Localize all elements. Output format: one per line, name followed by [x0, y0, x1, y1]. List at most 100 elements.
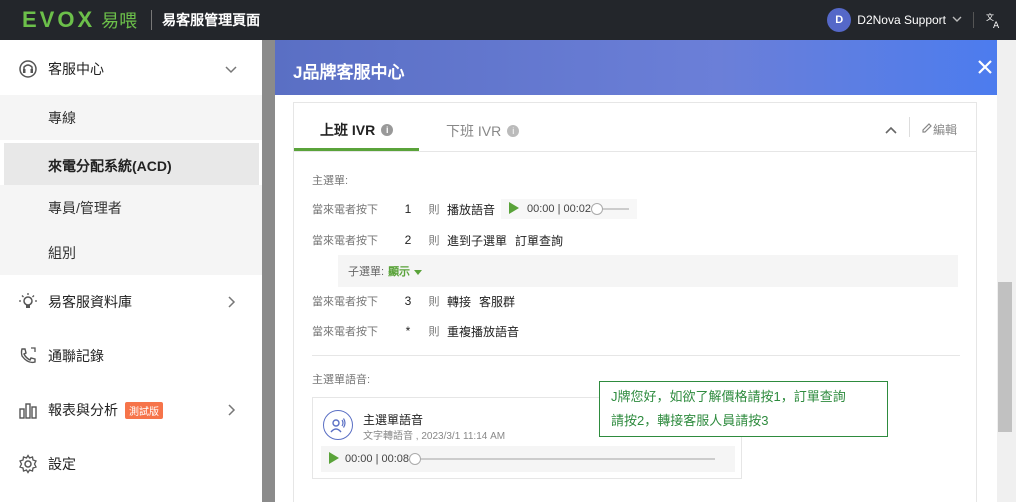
main-menu-label: 主選單: — [312, 175, 349, 187]
section-divider — [312, 355, 960, 356]
audio-time: 00:00 | 00:02 — [527, 203, 592, 215]
sidebar-subitem-groups[interactable]: 組別 — [0, 230, 262, 275]
ivr-row: 當來電者按下 1 則 播放語音 00:00 | 00:02 — [312, 199, 638, 219]
tooltip-line: 請按2，轉接客服人員請按3 — [611, 413, 769, 428]
scrollbar-thumb[interactable] — [998, 282, 1012, 432]
sidebar-item-label: 設定 — [48, 456, 76, 472]
user-menu[interactable]: D D2Nova Support — [827, 8, 962, 32]
sidebar-subitem-label: 來電分配系統(ACD) — [48, 157, 172, 174]
ivr-row: 當來電者按下 3 則 轉接 客服群 — [312, 291, 515, 311]
tab-label: 下班 IVR — [446, 123, 502, 139]
tab-label: 上班 IVR — [320, 121, 376, 138]
svg-text:A: A — [993, 21, 1000, 29]
top-bar: EVOX 易喂 易客服管理頁面 D D2Nova Support 文 A — [0, 0, 1016, 40]
voice-icon — [323, 410, 353, 440]
audio-time: 00:00 | 00:08 — [345, 453, 410, 465]
chevron-right-icon — [224, 295, 238, 309]
row-target: 客服群 — [479, 294, 516, 309]
phone-icon — [18, 346, 38, 366]
topbar-divider — [973, 12, 974, 28]
audio-seek-handle[interactable] — [591, 203, 604, 215]
sidebar-subitem-label: 專員/管理者 — [48, 199, 122, 216]
row-prefix: 當來電者按下 — [312, 296, 378, 308]
submenu-toggle-label: 顯示 — [388, 266, 411, 278]
row-action: 播放語音 — [447, 202, 496, 217]
row-prefix: 當來電者按下 — [312, 326, 378, 338]
info-icon[interactable]: i — [507, 125, 520, 137]
beta-badge: 測試版 — [125, 401, 163, 419]
row-target: 訂單查詢 — [515, 233, 564, 248]
ivr-row: 當來電者按下 2 則 進到子選單 訂單查詢 — [312, 230, 563, 250]
sidebar-item-settings[interactable]: 設定 — [0, 440, 262, 488]
scrollbar-track[interactable] — [997, 40, 1016, 502]
row-then: 則 — [428, 235, 440, 247]
sidebar-item-service-center[interactable]: 客服中心 — [0, 45, 262, 93]
row-key: 1 — [404, 202, 412, 216]
sidebar-subitem-label: 組別 — [48, 244, 76, 261]
row-prefix: 當來電者按下 — [312, 235, 378, 247]
audio-progress[interactable] — [591, 203, 630, 215]
row-prefix: 當來電者按下 — [312, 204, 378, 216]
tools-divider — [909, 117, 910, 137]
tab-day-ivr[interactable]: 上班 IVR i — [294, 111, 420, 151]
bulb-icon — [18, 292, 38, 312]
sidebar-item-label: 通聯記錄 — [48, 348, 104, 364]
sidebar-subitem-label: 專線 — [48, 109, 76, 126]
voice-title: 主選單語音 — [363, 413, 424, 427]
logo-latin: EVOX — [22, 7, 96, 32]
modal-title: J品牌客服中心 — [293, 63, 405, 82]
modal-header: J品牌客服中心 — [275, 40, 1016, 95]
translate-icon[interactable]: 文 A — [984, 10, 1004, 30]
modal-backdrop[interactable] — [262, 40, 275, 502]
row-then: 則 — [428, 326, 440, 338]
submenu-show-toggle[interactable]: 顯示 — [388, 263, 423, 279]
row-key: 3 — [404, 294, 412, 308]
row-key: 2 — [404, 233, 412, 247]
tooltip-line: J牌您好，如欲了解價格請按1，訂單查詢 — [611, 389, 846, 404]
play-icon[interactable] — [509, 201, 520, 217]
submenu-label: 子選單: — [348, 266, 385, 278]
sidebar-item-label: 易客服資料庫 — [48, 294, 132, 310]
chevron-down-icon — [224, 62, 238, 76]
chevron-up-icon[interactable] — [884, 123, 898, 137]
audio-player: 00:00 | 00:02 — [501, 199, 638, 219]
sidebar-subitem-acd[interactable]: 來電分配系統(ACD) — [4, 143, 259, 188]
info-icon[interactable]: i — [381, 123, 394, 136]
audio-progress[interactable] — [409, 453, 716, 465]
submenu-toggle-row: 子選單: 顯示 — [338, 255, 958, 287]
avatar: D — [827, 8, 852, 32]
bar-chart-icon — [18, 400, 38, 420]
row-action: 重複播放語音 — [447, 324, 520, 339]
close-icon[interactable] — [976, 58, 994, 76]
row-action: 轉接 — [447, 294, 472, 309]
ivr-row: 當來電者按下 * 則 重複播放語音 — [312, 321, 519, 341]
edit-button[interactable]: 編輯 — [921, 121, 957, 138]
row-action: 進到子選單 — [447, 233, 508, 248]
row-key: * — [405, 324, 411, 338]
row-then: 則 — [428, 296, 440, 308]
logo-cjk: 易喂 — [101, 11, 138, 31]
play-icon[interactable] — [329, 451, 339, 467]
sidebar-item-label: 報表與分析 — [48, 402, 118, 418]
app-title: 易客服管理頁面 — [162, 12, 261, 28]
sidebar-subitem-line[interactable]: 專線 — [0, 95, 262, 140]
chevron-right-icon — [224, 403, 238, 417]
logo[interactable]: EVOX 易喂 — [22, 0, 137, 40]
voice-section-label: 主選單語音: — [312, 374, 371, 386]
pencil-icon — [921, 122, 933, 137]
caret-down-icon — [414, 269, 423, 275]
audio-seek-handle[interactable] — [409, 453, 422, 465]
tts-text-tooltip: J牌您好，如欲了解價格請按1，訂單查詢 請按2，轉接客服人員請按3 — [599, 381, 888, 437]
ivr-card: 上班 IVR i 下班 IVR i 編輯 主選單: 當來電者按下 1 則 播放語… — [293, 102, 977, 502]
sidebar-item-label: 客服中心 — [48, 61, 104, 77]
sidebar-item-reports[interactable]: 報表與分析 測試版 — [0, 386, 262, 434]
modal-body: 上班 IVR i 下班 IVR i 編輯 主選單: 當來電者按下 1 則 播放語… — [275, 95, 997, 502]
sidebar-item-knowledge-base[interactable]: 易客服資料庫 — [0, 278, 262, 326]
headset-icon — [18, 59, 38, 79]
tab-night-ivr[interactable]: 下班 IVR i — [446, 111, 520, 151]
logo-divider — [151, 10, 153, 30]
sidebar-subitem-agents[interactable]: 專員/管理者 — [0, 185, 262, 230]
sidebar-item-call-records[interactable]: 通聯記錄 — [0, 332, 262, 380]
tabs-divider — [294, 151, 976, 152]
sidebar: 客服中心 專線 來電分配系統(ACD) 專員/管理者 組別 易客服資料庫 通聯記… — [0, 40, 262, 502]
